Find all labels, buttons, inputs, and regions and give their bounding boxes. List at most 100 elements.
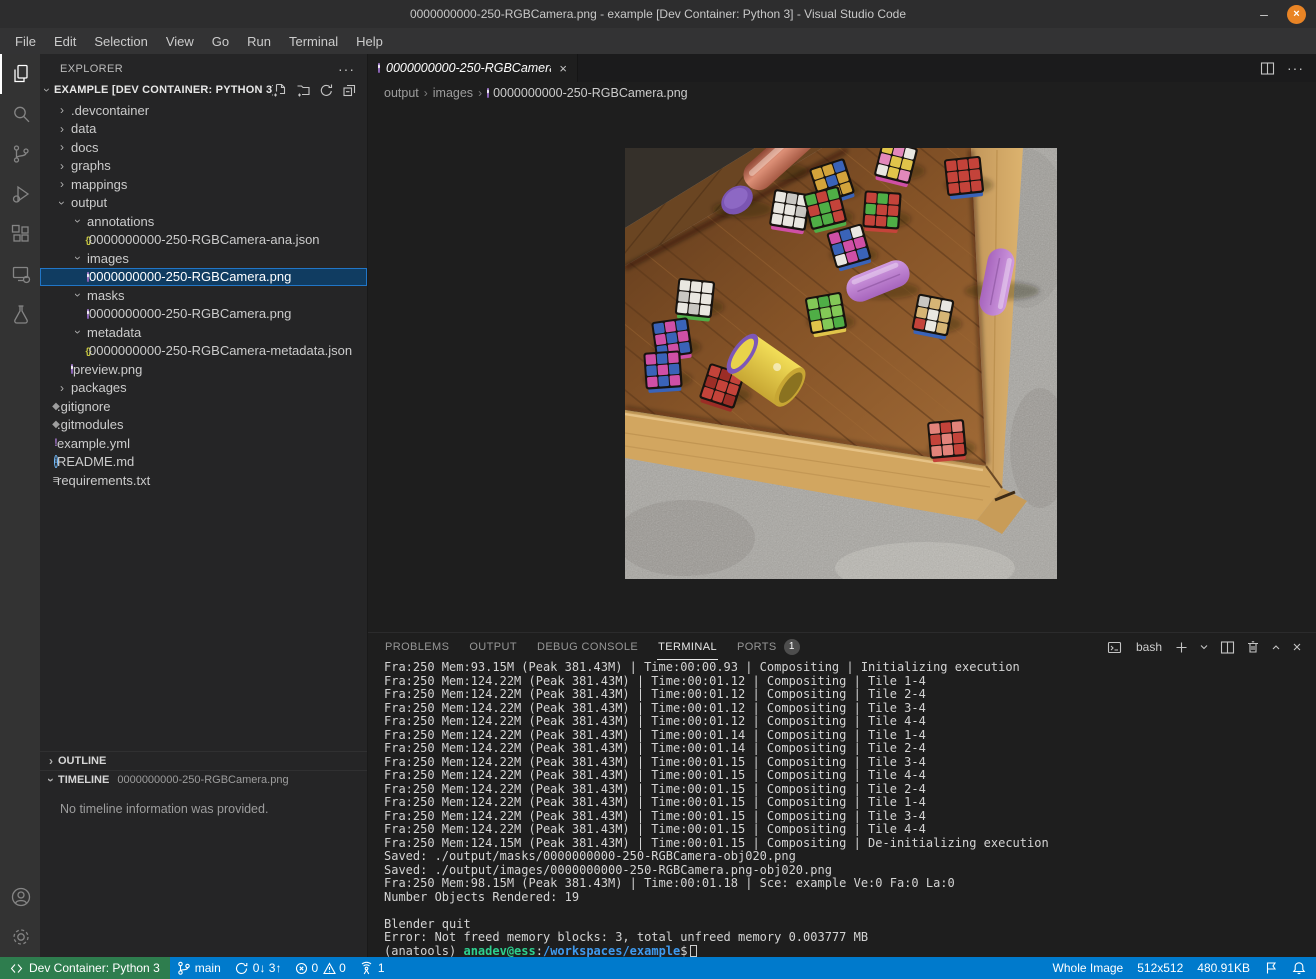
testing-icon[interactable] — [0, 294, 40, 334]
timeline-section[interactable]: TIMELINE 0000000000-250-RGBCamera.png — [40, 770, 367, 789]
breadcrumb-file[interactable]: 0000000000-250-RGBCamera.png — [487, 86, 688, 100]
maximize-panel-icon[interactable] — [1271, 642, 1281, 652]
file-tree: .devcontainer data docs graph — [40, 101, 367, 490]
menu-item[interactable]: Help — [347, 31, 392, 52]
tree-item-label: README.md — [57, 454, 134, 469]
tree-item[interactable]: .gitmodules — [40, 416, 367, 435]
notifications-bell-icon[interactable] — [1285, 957, 1316, 979]
menu-bar: FileEditSelectionViewGoRunTerminalHelp — [0, 28, 1316, 54]
settings-gear-icon[interactable] — [0, 917, 40, 957]
run-debug-icon[interactable] — [0, 174, 40, 214]
account-icon[interactable] — [0, 877, 40, 917]
shell-name[interactable]: bash — [1136, 640, 1162, 654]
tree-item-label: 0000000000-250-RGBCamera.png — [89, 306, 291, 321]
tree-item[interactable]: data — [40, 120, 367, 139]
branch-indicator[interactable]: main — [170, 957, 228, 979]
breadcrumb-folder[interactable]: images — [433, 86, 473, 100]
terminal-line: Fra:250 Mem:124.22M (Peak 381.43M) | Tim… — [384, 729, 1316, 743]
tree-item[interactable]: .gitignore — [40, 397, 367, 416]
new-terminal-icon[interactable] — [1175, 641, 1188, 654]
panel-tab[interactable]: DEBUG CONSOLE — [536, 634, 639, 660]
explorer-icon[interactable] — [0, 54, 40, 94]
tree-item[interactable]: mappings — [40, 175, 367, 194]
tree-item[interactable]: packages — [40, 379, 367, 398]
new-folder-icon[interactable] — [296, 83, 311, 98]
tree-item[interactable]: example.yml — [40, 434, 367, 453]
tree-item-label: 0000000000-250-RGBCamera-metadata.json — [89, 343, 352, 358]
bash-terminal-icon[interactable] — [1107, 640, 1122, 655]
refresh-icon[interactable] — [319, 83, 334, 98]
tree-item[interactable]: README.md — [40, 453, 367, 472]
close-panel-icon[interactable] — [1292, 642, 1302, 652]
remote-explorer-icon[interactable] — [0, 254, 40, 294]
activity-bar — [0, 54, 40, 957]
minimize-button[interactable]: – — [1257, 6, 1271, 22]
menu-item[interactable]: View — [157, 31, 203, 52]
image-preview[interactable] — [625, 148, 1057, 579]
menu-item[interactable]: Terminal — [280, 31, 347, 52]
project-root-row[interactable]: EXAMPLE [DEV CONTAINER: PYTHON 3] — [40, 80, 367, 100]
terminal-line: Blender quit — [384, 918, 1316, 932]
menu-item[interactable]: Selection — [85, 31, 156, 52]
tree-item[interactable]: output — [40, 194, 367, 213]
tree-item[interactable]: annotations — [40, 212, 367, 231]
kill-terminal-icon[interactable] — [1246, 640, 1260, 654]
tree-item[interactable]: 0000000000-250-RGBCamera-metadata.json — [40, 342, 367, 361]
editor-tab[interactable]: 0000000000-250-RGBCamera.png × — [368, 54, 578, 82]
tree-item[interactable]: 0000000000-250-RGBCamera.png — [40, 268, 367, 287]
terminal-line: Number Objects Rendered: 19 — [384, 891, 1316, 905]
terminal-line: Error: Not freed memory blocks: 3, total… — [384, 931, 1316, 945]
remote-indicator[interactable]: Dev Container: Python 3 — [0, 957, 170, 979]
menu-item[interactable]: Run — [238, 31, 280, 52]
split-editor-icon[interactable] — [1260, 61, 1275, 76]
problems-indicator[interactable]: 0 0 — [288, 957, 352, 979]
extensions-icon[interactable] — [0, 214, 40, 254]
tree-item[interactable]: masks — [40, 286, 367, 305]
terminal-line: Fra:250 Mem:124.22M (Peak 381.43M) | Tim… — [384, 810, 1316, 824]
status-bar: Dev Container: Python 3 main 0↓ 3↑ 0 0 1… — [0, 957, 1316, 979]
close-button[interactable]: × — [1287, 5, 1306, 24]
search-icon[interactable] — [0, 94, 40, 134]
panel-tab[interactable]: TERMINAL — [657, 634, 718, 660]
tree-item[interactable]: .devcontainer — [40, 101, 367, 120]
tab-close-icon[interactable]: × — [557, 61, 569, 76]
tree-item[interactable]: docs — [40, 138, 367, 157]
tree-item[interactable]: metadata — [40, 323, 367, 342]
timeline-message: No timeline information was provided. — [40, 789, 367, 957]
new-file-icon[interactable] — [273, 83, 288, 98]
source-control-icon[interactable] — [0, 134, 40, 174]
tree-item[interactable]: 0000000000-250-RGBCamera-ana.json — [40, 231, 367, 250]
terminal-dropdown-icon[interactable] — [1199, 642, 1209, 652]
outline-section[interactable]: OUTLINE — [40, 751, 367, 770]
warning-icon — [323, 962, 336, 975]
image-zoom-mode[interactable]: Whole Image — [1046, 957, 1131, 979]
image-filesize: 480.91KB — [1190, 957, 1257, 979]
terminal-output[interactable]: Fra:250 Mem:93.15M (Peak 381.43M) | Time… — [368, 661, 1316, 957]
tree-item[interactable]: graphs — [40, 157, 367, 176]
panel-tab[interactable]: PROBLEMS — [384, 634, 450, 660]
tree-chevron-icon — [55, 381, 69, 395]
tree-chevron-icon — [55, 196, 69, 210]
terminal-line: Fra:250 Mem:124.22M (Peak 381.43M) | Tim… — [384, 823, 1316, 837]
tree-item[interactable]: preview.png — [40, 360, 367, 379]
breadcrumb-separator: › — [478, 86, 482, 100]
tree-item[interactable]: 0000000000-250-RGBCamera.png — [40, 305, 367, 324]
breadcrumb[interactable]: output › images › 0000000000-250-RGBCame… — [368, 82, 1316, 104]
menu-item[interactable]: File — [6, 31, 45, 52]
panel-tab[interactable]: PORTS1 — [736, 634, 801, 660]
tree-item[interactable]: images — [40, 249, 367, 268]
split-terminal-icon[interactable] — [1220, 640, 1235, 655]
tree-item[interactable]: requirements.txt — [40, 471, 367, 490]
breadcrumb-folder[interactable]: output — [384, 86, 419, 100]
ports-indicator[interactable]: 1 — [353, 957, 392, 979]
image-dimensions: 512x512 — [1130, 957, 1190, 979]
collapse-folders-icon[interactable] — [342, 83, 357, 98]
menu-item[interactable]: Go — [203, 31, 238, 52]
sync-indicator[interactable]: 0↓ 3↑ — [228, 957, 289, 979]
tree-item-label: images — [87, 251, 129, 266]
explorer-more-icon[interactable]: ··· — [338, 61, 355, 77]
feedback-icon[interactable] — [1257, 957, 1285, 979]
panel-tab[interactable]: OUTPUT — [468, 634, 518, 660]
editor-more-icon[interactable]: ··· — [1287, 60, 1304, 76]
menu-item[interactable]: Edit — [45, 31, 85, 52]
